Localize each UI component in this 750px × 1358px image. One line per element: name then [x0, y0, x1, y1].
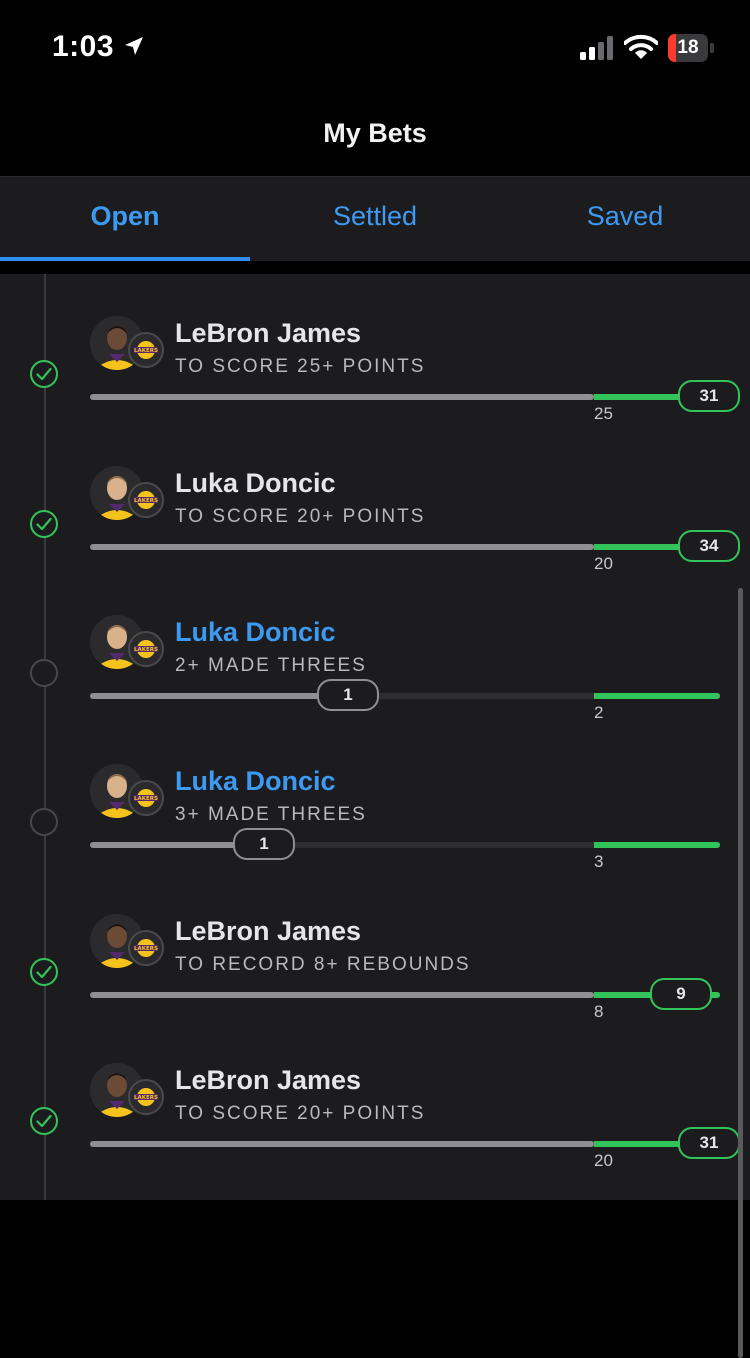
progress-track [90, 693, 720, 699]
prop-description: 3+ MADE THREES [175, 804, 367, 825]
progress-track [90, 992, 720, 998]
lakers-logo-icon: LAKERS [128, 332, 164, 368]
bet-row[interactable]: LAKERS Luka Doncic TO SCORE 20+ POINTS 34… [0, 424, 750, 574]
check-circle-icon [30, 1107, 58, 1135]
target-value-label: 3 [594, 852, 604, 871]
lakers-logo-icon: LAKERS [128, 631, 164, 667]
current-value-badge: 1 [233, 828, 295, 860]
prop-description: 2+ MADE THREES [175, 655, 367, 676]
player-name: Luka Doncic [175, 468, 336, 498]
progress-track [90, 394, 720, 400]
progress-fill [90, 992, 594, 998]
svg-text:LAKERS: LAKERS [134, 796, 158, 802]
target-value-label: 20 [594, 1151, 613, 1170]
lakers-logo-icon: LAKERS [128, 482, 164, 518]
bet-row[interactable]: LAKERS LeBron James TO SCORE 25+ POINTS 3… [0, 274, 750, 424]
prop-description: TO SCORE 20+ POINTS [175, 506, 426, 527]
wifi-icon [624, 34, 658, 59]
current-value-badge: 31 [678, 380, 740, 412]
svg-text:LAKERS: LAKERS [134, 647, 158, 653]
progress-track [90, 842, 720, 848]
status-bar: 1:03 18 [0, 0, 750, 100]
progress-track [90, 1141, 720, 1147]
app-header: My Bets [0, 100, 750, 176]
bet-row[interactable]: LAKERS LeBron James TO SCORE 20+ POINTS 3… [0, 1021, 750, 1171]
page-title: My Bets [323, 118, 427, 148]
target-value-label: 8 [594, 1002, 604, 1021]
open-circle-icon [30, 808, 58, 836]
prop-description: TO SCORE 20+ POINTS [175, 1103, 426, 1124]
player-name[interactable]: Luka Doncic [175, 617, 336, 648]
goal-segment [594, 693, 720, 699]
prop-description: TO SCORE 25+ POINTS [175, 356, 426, 377]
active-tab-indicator [0, 257, 250, 261]
progress-fill [90, 394, 594, 400]
progress-fill [90, 544, 594, 550]
check-circle-icon [30, 958, 58, 986]
target-value-label: 2 [594, 703, 604, 722]
lakers-logo-icon: LAKERS [128, 780, 164, 816]
battery-level: 18 [677, 37, 699, 58]
target-value-label: 25 [594, 404, 613, 423]
tab-settled[interactable]: Settled [250, 177, 500, 259]
target-value-label: 20 [594, 554, 613, 573]
progress-fill [90, 1141, 594, 1147]
battery-icon: 18 [668, 34, 714, 62]
svg-text:LAKERS: LAKERS [134, 348, 158, 354]
tab-open[interactable]: Open [0, 177, 250, 259]
location-arrow-icon [125, 37, 143, 55]
tab-bar: Open Settled Saved [0, 176, 750, 261]
status-time: 1:03 [52, 30, 115, 63]
lakers-logo-icon: LAKERS [128, 930, 164, 966]
tab-saved[interactable]: Saved [500, 177, 750, 259]
open-circle-icon [30, 659, 58, 687]
progress-fill [90, 693, 342, 699]
lakers-logo-icon: LAKERS [128, 1079, 164, 1115]
current-value-badge: 34 [678, 530, 740, 562]
current-value-badge: 9 [650, 978, 712, 1010]
bet-row[interactable]: LAKERS Luka Doncic 3+ MADE THREES 1 3 [0, 722, 750, 872]
cellular-signal-icon [580, 36, 613, 60]
scrollbar[interactable] [738, 588, 743, 1358]
player-name: LeBron James [175, 1065, 362, 1095]
player-name: LeBron James [175, 318, 362, 348]
check-circle-icon [30, 360, 58, 388]
current-value-badge: 31 [678, 1127, 740, 1159]
player-name: LeBron James [175, 916, 362, 946]
svg-text:LAKERS: LAKERS [134, 1095, 158, 1101]
bet-row[interactable]: LAKERS Luka Doncic 2+ MADE THREES 1 2 [0, 573, 750, 723]
svg-text:LAKERS: LAKERS [134, 498, 158, 504]
player-name[interactable]: Luka Doncic [175, 766, 336, 797]
prop-description: TO RECORD 8+ REBOUNDS [175, 954, 471, 975]
current-value-badge: 1 [317, 679, 379, 711]
progress-track [90, 544, 720, 550]
goal-segment [594, 842, 720, 848]
bet-row[interactable]: LAKERS LeBron James TO RECORD 8+ REBOUNDS… [0, 872, 750, 1022]
svg-text:LAKERS: LAKERS [134, 946, 158, 952]
bets-list[interactable]: LAKERS LeBron James TO SCORE 25+ POINTS 3… [0, 274, 750, 1358]
check-circle-icon [30, 510, 58, 538]
